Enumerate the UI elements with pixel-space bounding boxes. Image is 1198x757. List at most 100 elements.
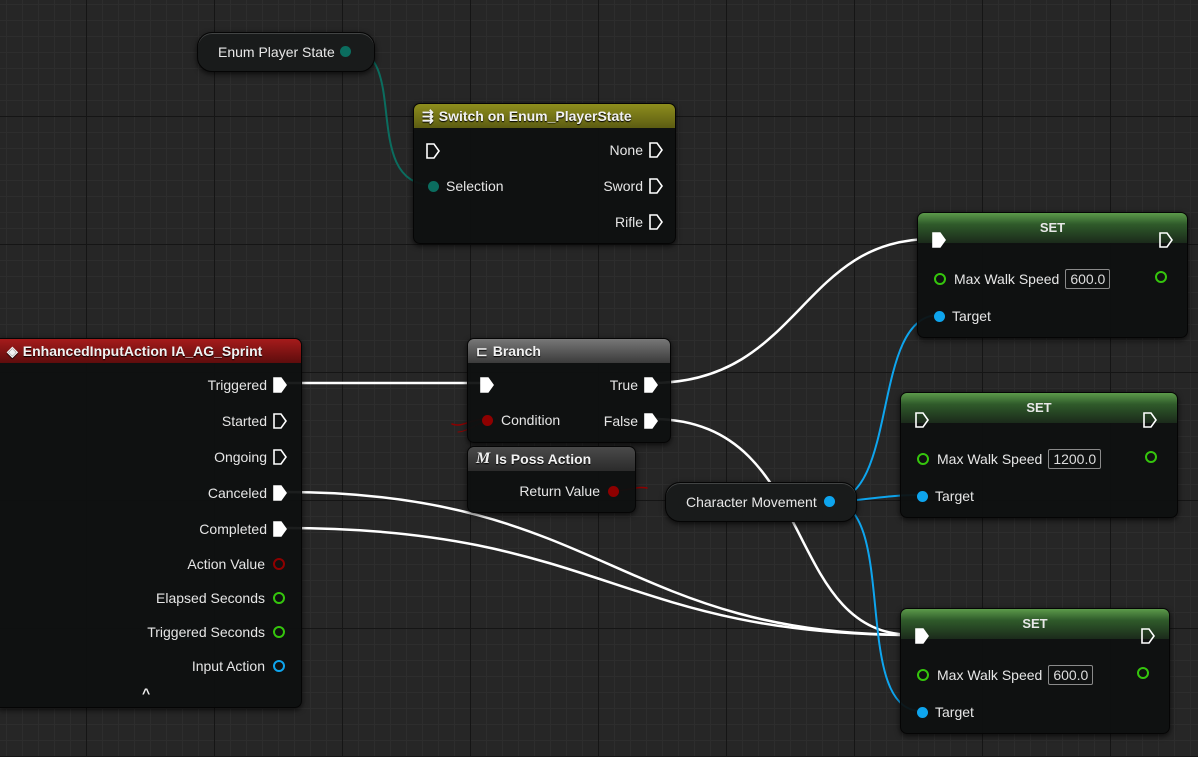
switch-on-enum-node[interactable]: ⇶ Switch on Enum_PlayerState Selection N… [413,103,676,244]
set-1-float-out-pin[interactable] [1155,271,1167,283]
set-node-2[interactable]: SET Max Walk Speed 1200.0 Target [900,392,1178,518]
pin-triggered-seconds-label: Triggered Seconds [147,624,265,640]
is-poss-action-node[interactable]: M Is Poss Action Return Value [467,446,636,513]
switch-selection-pin[interactable]: Selection [428,175,504,197]
pin-canceled[interactable]: Canceled [208,482,287,504]
set-3-float-out-pin[interactable] [1137,667,1149,679]
set-1-exec-in-pin[interactable] [932,232,946,248]
switch-icon: ⇶ [422,107,434,124]
float-pin-icon [917,453,929,465]
pin-action-value[interactable]: Action Value [187,553,285,575]
switch-out-rifle[interactable]: Rifle [615,211,663,233]
exec-out-pin-icon [649,214,663,230]
bool-pin-icon [608,485,619,497]
switch-out-rifle-label: Rifle [614,214,643,230]
pin-ongoing-label: Ongoing [214,449,267,465]
object-pin-icon [917,490,928,502]
collapse-chevron-icon[interactable]: ^ [142,685,150,701]
pin-started[interactable]: Started [222,410,287,432]
set-2-target-label: Target [935,488,974,504]
exec-pin-filled-icon [273,521,287,537]
switch-header: ⇶ Switch on Enum_PlayerState [414,104,675,128]
switch-out-sword[interactable]: Sword [603,175,663,197]
set-3-var-label: Max Walk Speed [937,667,1043,683]
set-2-float-out-pin[interactable] [1145,451,1157,463]
set-2-var-label: Max Walk Speed [937,451,1043,467]
exec-pin-icon [273,413,287,429]
set-3-speed-row[interactable]: Max Walk Speed 600.0 [917,664,1094,686]
wire-false-to-set3 [650,417,915,637]
input-event-title: EnhancedInputAction IA_AG_Sprint [22,343,263,359]
set-1-target-row[interactable]: Target [934,305,991,327]
set-2-value-input[interactable]: 1200.0 [1048,449,1102,469]
event-diamond-icon: ◈ [7,342,18,359]
bool-pin-icon [273,558,285,570]
set-1-value-input[interactable]: 600.0 [1065,269,1111,289]
pin-ongoing[interactable]: Ongoing [214,446,287,468]
pin-input-action[interactable]: Input Action [192,655,285,677]
set-2-speed-row[interactable]: Max Walk Speed 1200.0 [917,448,1102,470]
branch-node[interactable]: ⊏ Branch Condition True False [467,338,671,443]
branch-false-label: False [603,413,638,429]
float-pin-icon [934,273,946,285]
exec-out-pin-icon [649,142,663,158]
character-movement-label: Character Movement [686,494,817,510]
exec-pin-filled-icon [273,377,287,393]
set-3-exec-out-pin[interactable] [1141,628,1155,644]
return-value-label: Return Value [519,483,600,499]
is-poss-action-header: M Is Poss Action [468,447,635,471]
switch-out-sword-label: Sword [603,178,643,194]
character-movement-node[interactable]: Character Movement [665,482,857,522]
enum-player-state-node[interactable]: Enum Player State [197,32,375,72]
pin-elapsed-seconds[interactable]: Elapsed Seconds [156,587,285,609]
set-2-target-row[interactable]: Target [917,485,974,507]
branch-exec-in[interactable] [480,374,494,396]
switch-out-none-label: None [609,142,643,158]
pin-triggered[interactable]: Triggered [208,374,287,396]
switch-title: Switch on Enum_PlayerState [438,108,632,124]
pin-started-label: Started [221,413,267,429]
selection-label: Selection [446,178,504,194]
object-pin-icon [934,310,945,322]
set-3-header: SET [901,609,1169,639]
set-2-exec-in-pin[interactable] [915,412,929,428]
exec-pin-filled-icon [273,485,287,501]
set-node-1[interactable]: SET Max Walk Speed 600.0 Target [917,212,1188,338]
set-3-value-input[interactable]: 600.0 [1048,665,1094,685]
pin-completed-label: Completed [199,521,267,537]
pin-input-action-label: Input Action [191,658,265,674]
branch-title: Branch [492,343,541,359]
enum-output-pin[interactable] [340,46,351,57]
pin-action-value-label: Action Value [187,556,265,572]
branch-false-pin[interactable]: False [604,410,658,432]
branch-header: ⊏ Branch [468,339,670,363]
set-3-target-label: Target [935,704,974,720]
object-pin-icon [273,660,285,672]
set-1-exec-out-pin[interactable] [1159,232,1173,248]
switch-exec-in[interactable] [426,140,440,162]
set-2-header: SET [901,393,1177,423]
branch-condition-pin[interactable]: Condition [482,409,560,431]
set-2-exec-out-pin[interactable] [1143,412,1157,428]
set-3-target-row[interactable]: Target [917,701,974,723]
set-1-target-label: Target [952,308,991,324]
return-value-pin[interactable]: Return Value [519,480,619,502]
wire-completed-to-set3 [283,526,915,637]
enum-player-state-label: Enum Player State [218,44,335,60]
input-event-header: ◈ EnhancedInputAction IA_AG_Sprint [0,339,301,363]
wire-true-to-set1 [650,237,933,385]
exec-in-pin-icon [426,143,440,159]
switch-out-none[interactable]: None [610,139,663,161]
condition-pin-icon [482,414,493,426]
branch-true-label: True [609,377,638,393]
pin-triggered-label: Triggered [207,377,267,393]
set-1-var-label: Max Walk Speed [954,271,1060,287]
character-movement-output-pin[interactable] [824,496,835,507]
pin-triggered-seconds[interactable]: Triggered Seconds [147,621,285,643]
set-3-exec-in-pin[interactable] [915,628,929,644]
set-node-3[interactable]: SET Max Walk Speed 600.0 Target [900,608,1170,734]
enhanced-input-action-node[interactable]: ◈ EnhancedInputAction IA_AG_Sprint Trigg… [0,338,302,708]
branch-true-pin[interactable]: True [610,374,658,396]
pin-completed[interactable]: Completed [199,518,287,540]
set-1-speed-row[interactable]: Max Walk Speed 600.0 [934,268,1111,290]
